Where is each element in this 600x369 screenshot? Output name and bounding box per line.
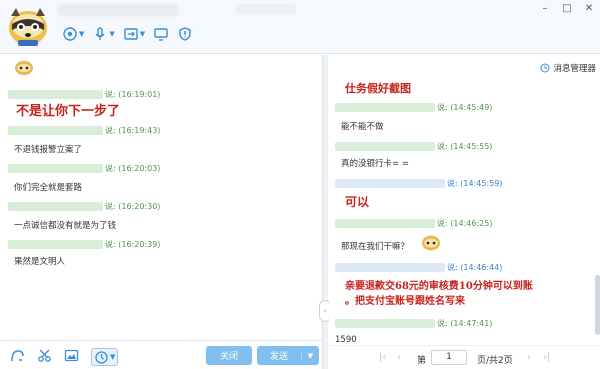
message-text: 真的没银行卡= = <box>341 159 409 169</box>
message-text: 不退钱报警立案了 <box>14 145 83 155</box>
send-button-label: 发送 <box>269 352 288 362</box>
message-text: 你们完全就是套路 <box>14 183 83 193</box>
next-page-icon[interactable]: › <box>527 352 531 363</box>
contact-name-blurred <box>58 4 178 16</box>
clock-icon <box>95 350 108 364</box>
close-window-button[interactable]: ✕ <box>578 0 600 16</box>
window-controls: – □ ✕ <box>534 0 600 16</box>
annotation-text: 亲要退款交68元的审核费10分钟可以到账 <box>345 281 533 292</box>
image-button[interactable] <box>64 348 79 366</box>
minimize-button[interactable]: – <box>534 0 556 16</box>
chevron-down-icon: ▼ <box>109 30 115 38</box>
chat-header: – □ ✕ ▼ ▼ ▼ <box>0 0 600 54</box>
message-header: 说: (14:45:55) <box>335 141 492 152</box>
emoji-icon <box>421 233 441 251</box>
message-header: 说: (14:46:25) <box>335 218 492 229</box>
message-header: 说: (14:45:49) <box>335 102 492 113</box>
message-header: 说: (16:20:03) <box>8 163 160 174</box>
scrollbar[interactable] <box>595 275 600 335</box>
screen-share-icon <box>154 28 168 41</box>
annotation-text: 不是让你下一步了 <box>16 104 121 119</box>
screen-share-button[interactable] <box>153 24 169 44</box>
file-transfer-button[interactable]: ▼ <box>123 24 145 44</box>
security-button[interactable] <box>177 24 193 44</box>
send-button[interactable]: 发送 ▼ <box>257 346 319 365</box>
voice-call-icon <box>63 27 77 41</box>
close-chat-button[interactable]: 关闭 <box>206 346 252 365</box>
message-header: 说: (16:20:30) <box>8 201 160 212</box>
message-header: 说: (16:20:39) <box>8 239 160 250</box>
chevron-down-icon: ▼ <box>79 30 85 38</box>
microphone-icon <box>95 27 105 40</box>
page-total: 页/共2页 <box>477 356 513 366</box>
pane-splitter[interactable]: ‹ <box>319 55 331 369</box>
chevron-down-icon: ▼ <box>110 353 116 361</box>
message-manager-pane[interactable]: 消息管理器 仕务假好截图 说: (14:45:49) 能不能不做 说: (14:… <box>329 55 600 345</box>
first-page-icon[interactable]: |‹ <box>379 352 386 363</box>
voice-call-button[interactable]: ▼ <box>62 24 84 44</box>
annotation-text: 可以 <box>345 195 370 209</box>
microphone-button[interactable]: ▼ <box>92 24 115 44</box>
image-icon <box>64 349 79 362</box>
message-text: 那现在我们干嘛？ <box>341 242 410 252</box>
raccoon-avatar-icon[interactable] <box>6 4 50 48</box>
message-header: 说: (16:19:43) <box>8 125 160 136</box>
chat-history-button[interactable]: ▼ <box>91 348 119 366</box>
screenshot-button[interactable] <box>37 348 52 366</box>
page-label: 第 <box>417 356 427 366</box>
annotation-title: 仕务假好截图 <box>345 82 411 95</box>
font-icon <box>11 350 24 362</box>
message-manager-button[interactable]: 消息管理器 <box>540 62 596 74</box>
font-button[interactable] <box>10 348 25 366</box>
prev-page-icon[interactable]: ‹ <box>397 352 401 363</box>
message-header: 说: (14:46:44) <box>335 262 502 273</box>
chat-history-pane[interactable]: 说: (16:19:01) 不是让你下一步了 说: (16:19:43) 不退钱… <box>0 55 322 340</box>
last-page-icon[interactable]: ›| <box>543 352 550 363</box>
annotation-text: 。把支付宝账号跟姓名写来 <box>345 296 465 307</box>
message-text: 果然是文明人 <box>14 257 66 267</box>
scissors-icon <box>38 349 51 362</box>
contact-signature-blurred <box>236 4 296 14</box>
message-header: 说: (14:47:41) <box>335 318 492 329</box>
pagination: |‹ ‹ 第 1 页/共2页 › ›| <box>329 345 600 369</box>
message-text: 一点诚信都没有就是为了钱 <box>14 221 117 231</box>
chevron-down-icon[interactable]: ▼ <box>301 351 319 360</box>
message-text: 能不能不做 <box>341 122 384 132</box>
message-header: 说: (16:19:01) <box>8 89 160 100</box>
maximize-button[interactable]: □ <box>556 0 578 16</box>
file-transfer-icon <box>124 28 138 40</box>
chevron-down-icon: ▼ <box>139 30 146 38</box>
page-input[interactable]: 1 <box>431 350 467 365</box>
clock-icon <box>540 63 550 73</box>
message-text: 1590 <box>335 335 357 345</box>
input-toolbar: ▼ 关闭 发送 ▼ <box>0 340 322 369</box>
chat-toolbar: ▼ ▼ ▼ <box>62 24 193 44</box>
message-header: 说: (14:45:59) <box>335 178 502 189</box>
shield-icon <box>179 27 191 41</box>
emoji-icon <box>14 59 34 75</box>
